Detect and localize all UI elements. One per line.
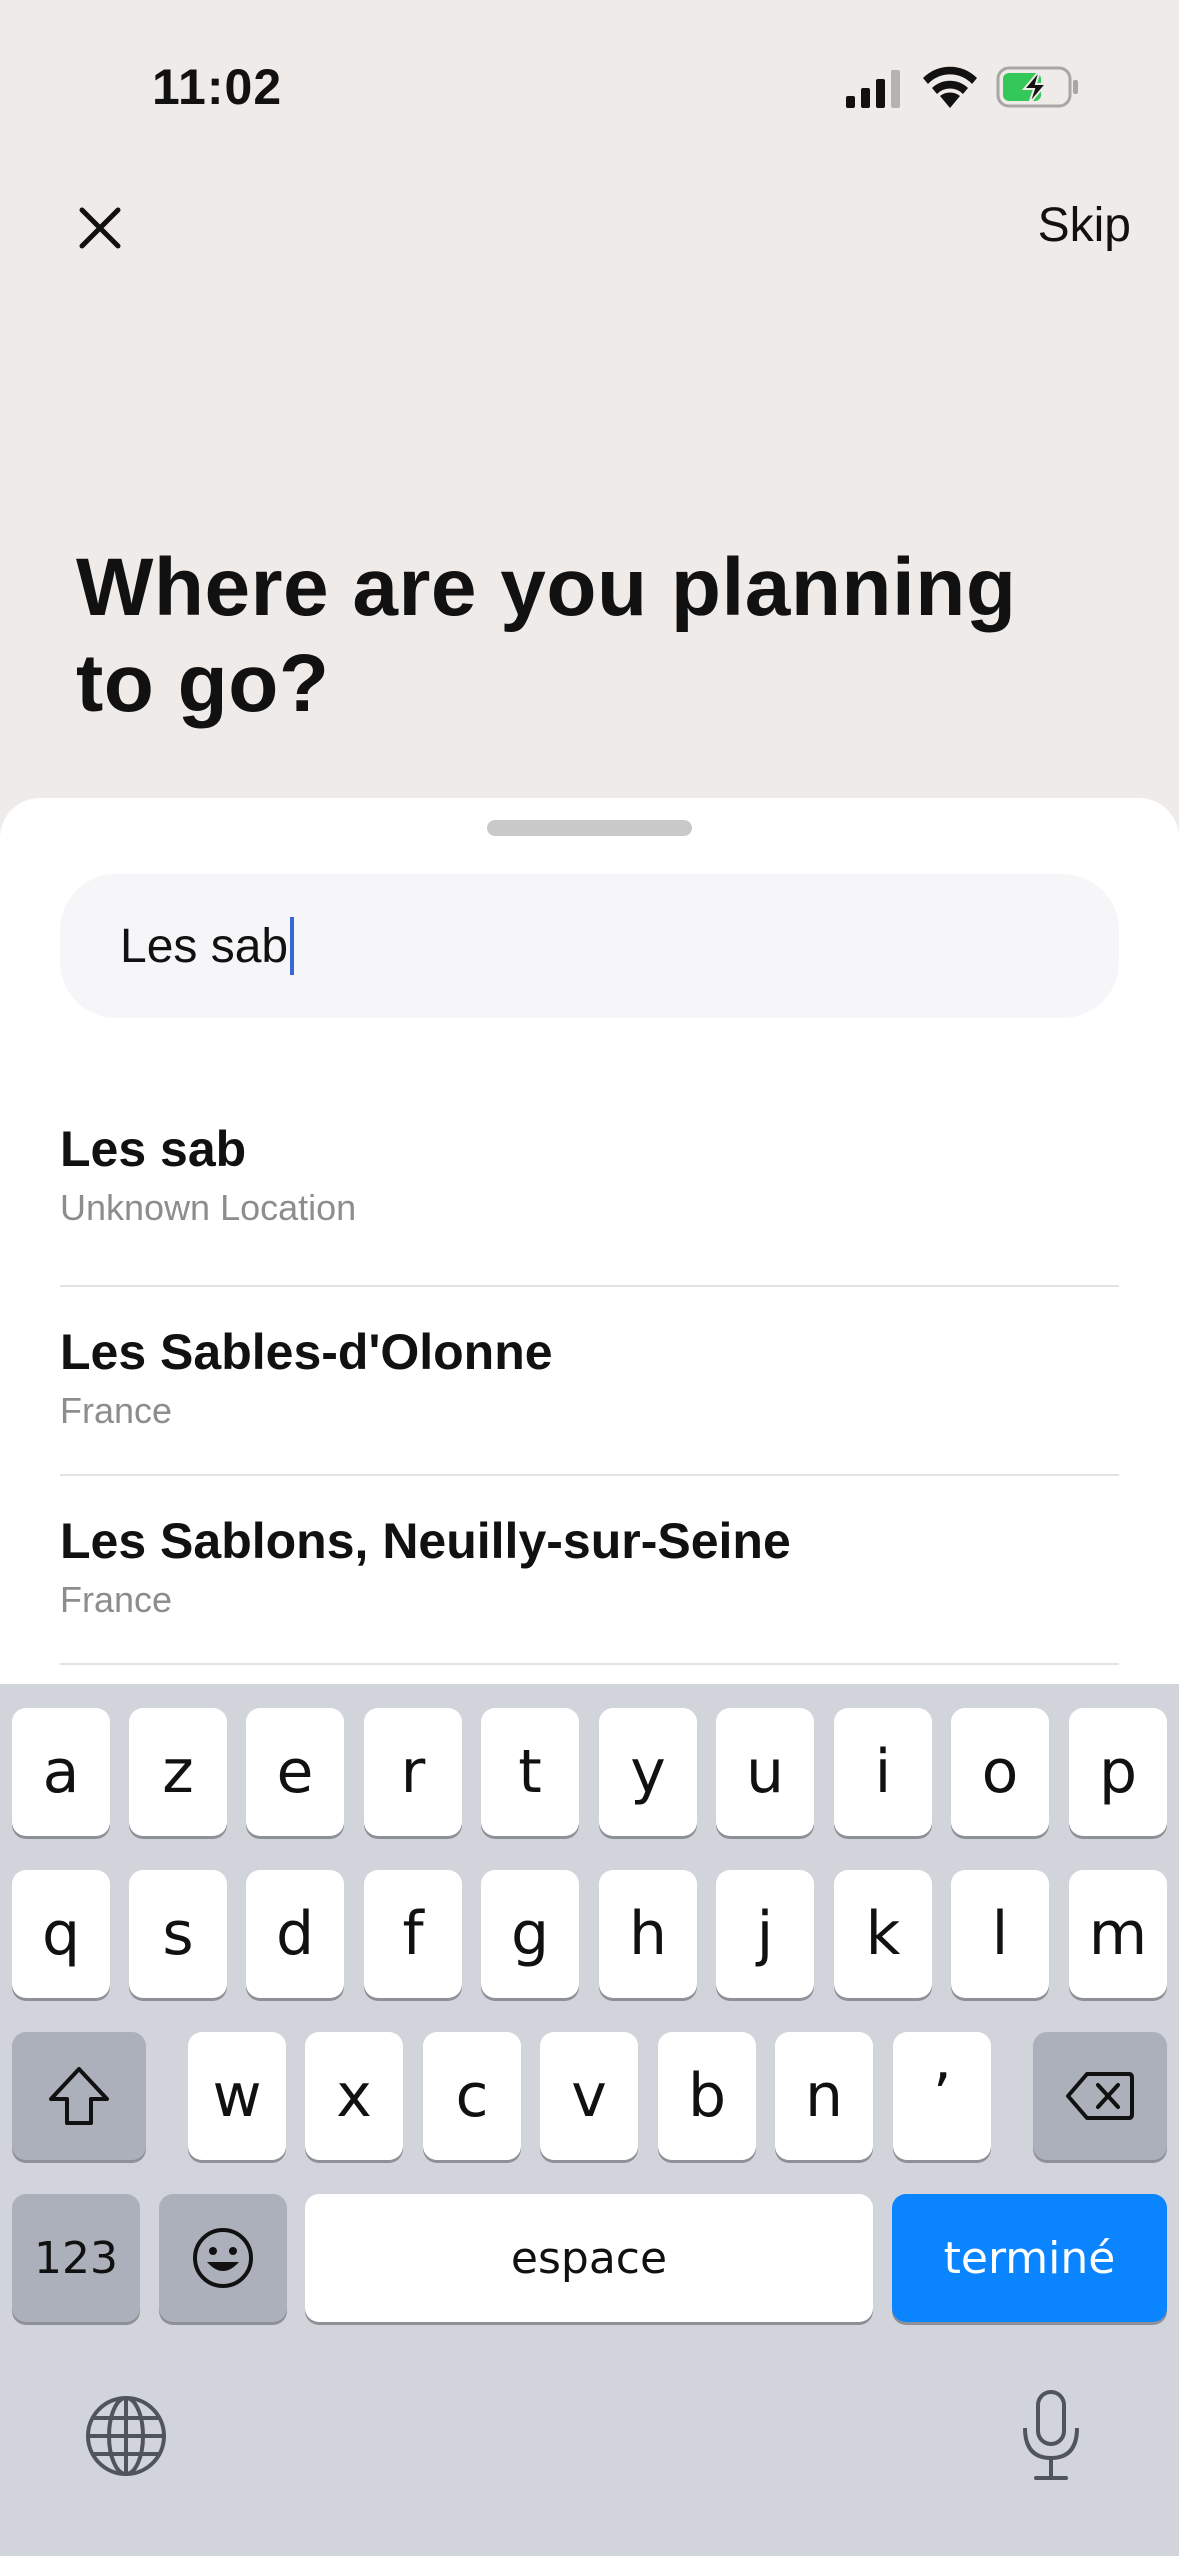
keyboard: a z e r t y u i o p q s d f g h j k l m … [0, 1684, 1179, 2556]
globe-icon [86, 2396, 166, 2476]
close-button[interactable] [64, 192, 136, 264]
key-w[interactable]: w [188, 2032, 286, 2160]
wifi-icon [923, 66, 977, 108]
battery-charging-icon [996, 66, 1078, 108]
key-g[interactable]: g [481, 1870, 579, 1998]
key-r[interactable]: r [364, 1708, 462, 1836]
result-subtitle: Unknown Location [60, 1187, 357, 1228]
emoji-key[interactable] [159, 2194, 287, 2322]
result-title: Les sab [60, 1121, 247, 1177]
sheet-grabber[interactable] [487, 820, 692, 836]
list-item[interactable]: Les Sablons, Neuilly-sur-Seine France [60, 1476, 1119, 1665]
key-b[interactable]: b [658, 2032, 756, 2160]
search-input[interactable]: Les sab [60, 874, 1119, 1018]
microphone-icon [1023, 2390, 1079, 2480]
key-h[interactable]: h [599, 1870, 697, 1998]
shift-icon [49, 2067, 109, 2125]
key-u[interactable]: u [716, 1708, 814, 1836]
key-y[interactable]: y [599, 1708, 697, 1836]
cellular-signal-icon [846, 70, 900, 108]
key-x[interactable]: x [305, 2032, 403, 2160]
key-v[interactable]: v [540, 2032, 638, 2160]
results-list: Les sab Unknown Location Les Sables-d'Ol… [60, 1098, 1119, 1665]
emoji-icon [193, 2228, 253, 2288]
key-i[interactable]: i [834, 1708, 932, 1836]
key-k[interactable]: k [834, 1870, 932, 1998]
key-s[interactable]: s [129, 1870, 227, 1998]
key-m[interactable]: m [1069, 1870, 1167, 1998]
skip-button[interactable]: Skip [1038, 198, 1131, 253]
key-p[interactable]: p [1069, 1708, 1167, 1836]
key-t[interactable]: t [481, 1708, 579, 1836]
search-input-value: Les sab [120, 919, 289, 973]
key-f[interactable]: f [364, 1870, 462, 1998]
key-n[interactable]: n [775, 2032, 873, 2160]
return-key[interactable]: terminé [892, 2194, 1167, 2322]
result-subtitle: France [60, 1390, 173, 1431]
list-item[interactable]: Les Sables-d'Olonne France [60, 1287, 1119, 1476]
key-o[interactable]: o [951, 1708, 1049, 1836]
dictation-button[interactable] [1018, 2388, 1084, 2484]
status-bar: 11:02 [0, 0, 1179, 170]
key-d[interactable]: d [246, 1870, 344, 1998]
list-item[interactable]: Les sab Unknown Location [60, 1098, 1119, 1287]
delete-key[interactable] [1033, 2032, 1167, 2160]
key-z[interactable]: z [129, 1708, 227, 1836]
key-l[interactable]: l [951, 1870, 1049, 1998]
shift-key[interactable] [12, 2032, 146, 2160]
globe-button[interactable] [84, 2394, 168, 2478]
search-sheet: Les sab Les sab Unknown Location Les Sab… [0, 798, 1179, 1698]
numbers-key[interactable]: 123 [12, 2194, 140, 2322]
backspace-icon [1066, 2072, 1134, 2120]
page-title: Where are you planning to go? [76, 542, 1017, 729]
key-a[interactable]: a [12, 1708, 110, 1836]
space-key[interactable]: espace [305, 2194, 873, 2322]
result-title: Les Sables-d'Olonne [60, 1324, 553, 1380]
key-j[interactable]: j [716, 1870, 814, 1998]
key-apostrophe[interactable]: ’ [893, 2032, 991, 2160]
key-c[interactable]: c [423, 2032, 521, 2160]
result-title: Les Sablons, Neuilly-sur-Seine [60, 1513, 791, 1569]
key-e[interactable]: e [246, 1708, 344, 1836]
key-q[interactable]: q [12, 1870, 110, 1998]
status-time: 11:02 [152, 59, 283, 115]
close-icon [79, 207, 121, 249]
text-caret [290, 917, 295, 975]
result-subtitle: France [60, 1579, 173, 1620]
